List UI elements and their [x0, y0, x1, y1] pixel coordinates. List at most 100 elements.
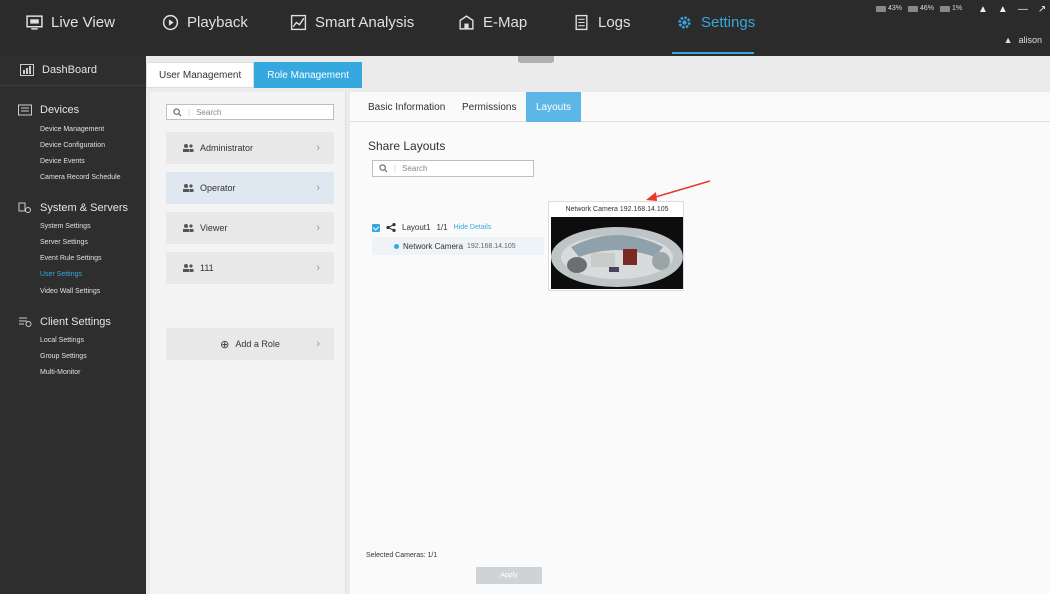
chevron-right-icon: › — [316, 182, 320, 194]
client-settings-icon — [19, 317, 32, 327]
role-item-111[interactable]: 111 › — [166, 252, 334, 284]
users-icon — [183, 184, 194, 192]
sidebar-item-video-wall-settings[interactable]: Video Wall Settings — [40, 288, 100, 295]
nav-playback[interactable]: Playback — [162, 14, 248, 31]
sidebar-group-devices[interactable]: Devices — [0, 104, 79, 116]
layout-checkbox[interactable] — [372, 223, 380, 232]
cpu-value: 43% — [888, 5, 903, 12]
annotation-arrow — [646, 180, 711, 201]
sidebar-item-device-events[interactable]: Device Events — [40, 158, 85, 165]
search-icon — [173, 107, 182, 116]
nav-smart-analysis[interactable]: Smart Analysis — [290, 14, 414, 31]
role-list-panel: | Search Administrator › Operator › View… — [150, 92, 346, 594]
sidebar-item-server-settings[interactable]: Server Settings — [40, 239, 88, 246]
apply-button[interactable]: Apply — [476, 567, 542, 584]
chevron-right-icon: › — [316, 142, 320, 154]
username: alison — [1018, 35, 1042, 45]
sidebar-item-system-settings[interactable]: System Settings — [40, 223, 91, 230]
sidebar-item-device-management[interactable]: Device Management — [40, 126, 104, 133]
nav-live-view[interactable]: Live View — [26, 14, 115, 31]
collapse-handle[interactable] — [518, 56, 554, 63]
user-icon: ▲ — [1003, 35, 1013, 45]
server-icon — [18, 202, 31, 213]
current-user[interactable]: ▲ alison — [1004, 35, 1042, 45]
tab-layouts[interactable]: Layouts — [526, 92, 582, 122]
users-icon — [183, 144, 194, 152]
chevron-right-icon: › — [316, 262, 320, 274]
chart-icon — [290, 14, 307, 31]
camera-ip: 192.168.14.105 — [467, 242, 516, 250]
sidebar-item-local-settings[interactable]: Local Settings — [40, 337, 84, 344]
role-search-input[interactable]: | Search — [166, 104, 334, 120]
nav-label: Playback — [187, 14, 248, 31]
users-icon — [183, 224, 194, 232]
role-item-viewer[interactable]: Viewer › — [166, 212, 334, 244]
tab-basic-information[interactable]: Basic Information — [368, 92, 445, 122]
pin-icon[interactable]: ↗ — [1038, 4, 1046, 15]
role-label: Operator — [200, 183, 236, 193]
layout-count: 1/1 — [436, 223, 448, 232]
role-item-administrator[interactable]: Administrator › — [166, 132, 334, 164]
chevron-right-icon: › — [316, 222, 320, 234]
sidebar-item-camera-record-schedule[interactable]: Camera Record Schedule — [40, 174, 121, 181]
share-icon — [386, 223, 396, 232]
camera-status-dot — [394, 243, 399, 249]
devices-icon — [18, 104, 32, 116]
sidebar-item-group-settings[interactable]: Group Settings — [40, 353, 87, 360]
sidebar-item-event-rule-settings[interactable]: Event Rule Settings — [40, 255, 101, 262]
nav-e-map[interactable]: E-Map — [458, 14, 527, 31]
bell-icon[interactable]: ▲ — [998, 4, 1008, 15]
camera-row[interactable]: Network Camera 192.168.14.105 — [372, 237, 544, 255]
camera-preview-tooltip: Network Camera 192.168.14.105 — [548, 201, 684, 291]
nav-label: Live View — [51, 14, 115, 31]
section-title: Share Layouts — [368, 139, 446, 153]
plus-circle-icon: ⊕ — [220, 338, 230, 351]
selected-cameras-count: Selected Cameras: 1/1 — [366, 552, 438, 559]
play-circle-icon — [162, 14, 179, 31]
nav-settings[interactable]: Settings — [676, 14, 755, 31]
sidebar-item-user-settings[interactable]: User Settings — [40, 271, 82, 278]
preview-title: Network Camera 192.168.14.105 — [565, 206, 669, 213]
map-icon — [459, 15, 474, 30]
fisheye-preview-image — [551, 217, 683, 289]
memory-value: 46% — [920, 5, 935, 12]
network-icon — [940, 5, 951, 12]
nav-logs[interactable]: Logs — [573, 14, 631, 31]
sidebar-group-system-servers[interactable]: System & Servers — [0, 202, 128, 214]
nav-label: Smart Analysis — [315, 14, 415, 31]
window-controls: ▲ ▲ — ↗ — [978, 4, 1046, 15]
cpu-icon — [876, 5, 886, 12]
nav-label: Settings — [701, 14, 756, 31]
role-search-placeholder: Search — [196, 107, 222, 117]
sidebar-divider — [0, 85, 146, 86]
gear-icon — [678, 16, 691, 29]
tab-role-management[interactable]: Role Management — [254, 62, 362, 88]
add-role-button[interactable]: ⊕ Add a Role › — [166, 328, 334, 360]
layout-row: Layout1 1/1 Hide Details — [372, 223, 491, 232]
minimize-icon[interactable]: — — [1018, 4, 1028, 15]
network-stat: 1% — [940, 5, 962, 12]
monitor-icon — [26, 15, 43, 30]
hide-details-link[interactable]: Hide Details — [454, 224, 492, 231]
search-icon — [379, 164, 388, 173]
sidebar-item-device-configuration[interactable]: Device Configuration — [40, 142, 105, 149]
tab-user-management[interactable]: User Management — [146, 62, 255, 88]
sidebar-dashboard[interactable]: DashBoard — [0, 64, 97, 76]
management-tabs: User Management Role Management — [146, 62, 362, 88]
role-item-operator[interactable]: Operator › — [166, 172, 334, 204]
user-icon[interactable]: ▲ — [978, 4, 988, 15]
top-nav-bar: Live View Playback Smart Analysis E-Map … — [0, 0, 1050, 56]
sidebar-item-multi-monitor[interactable]: Multi-Monitor — [40, 369, 80, 376]
layout-search-input[interactable]: | Search — [372, 160, 534, 177]
sidebar-dashboard-label: DashBoard — [42, 64, 98, 76]
sidebar-group-label: Client Settings — [40, 316, 111, 328]
tab-permissions[interactable]: Permissions — [462, 92, 516, 122]
role-subtabs: Basic Information Permissions Layouts — [350, 92, 1050, 122]
role-label: Viewer — [200, 223, 228, 233]
sidebar-group-client-settings[interactable]: Client Settings — [0, 316, 111, 328]
nav-label: Logs — [598, 14, 631, 31]
role-settings-panel: Basic Information Permissions Layouts Sh… — [350, 92, 1050, 594]
role-label: 111 — [200, 263, 214, 273]
active-nav-indicator — [672, 52, 754, 54]
memory-icon — [908, 5, 919, 12]
